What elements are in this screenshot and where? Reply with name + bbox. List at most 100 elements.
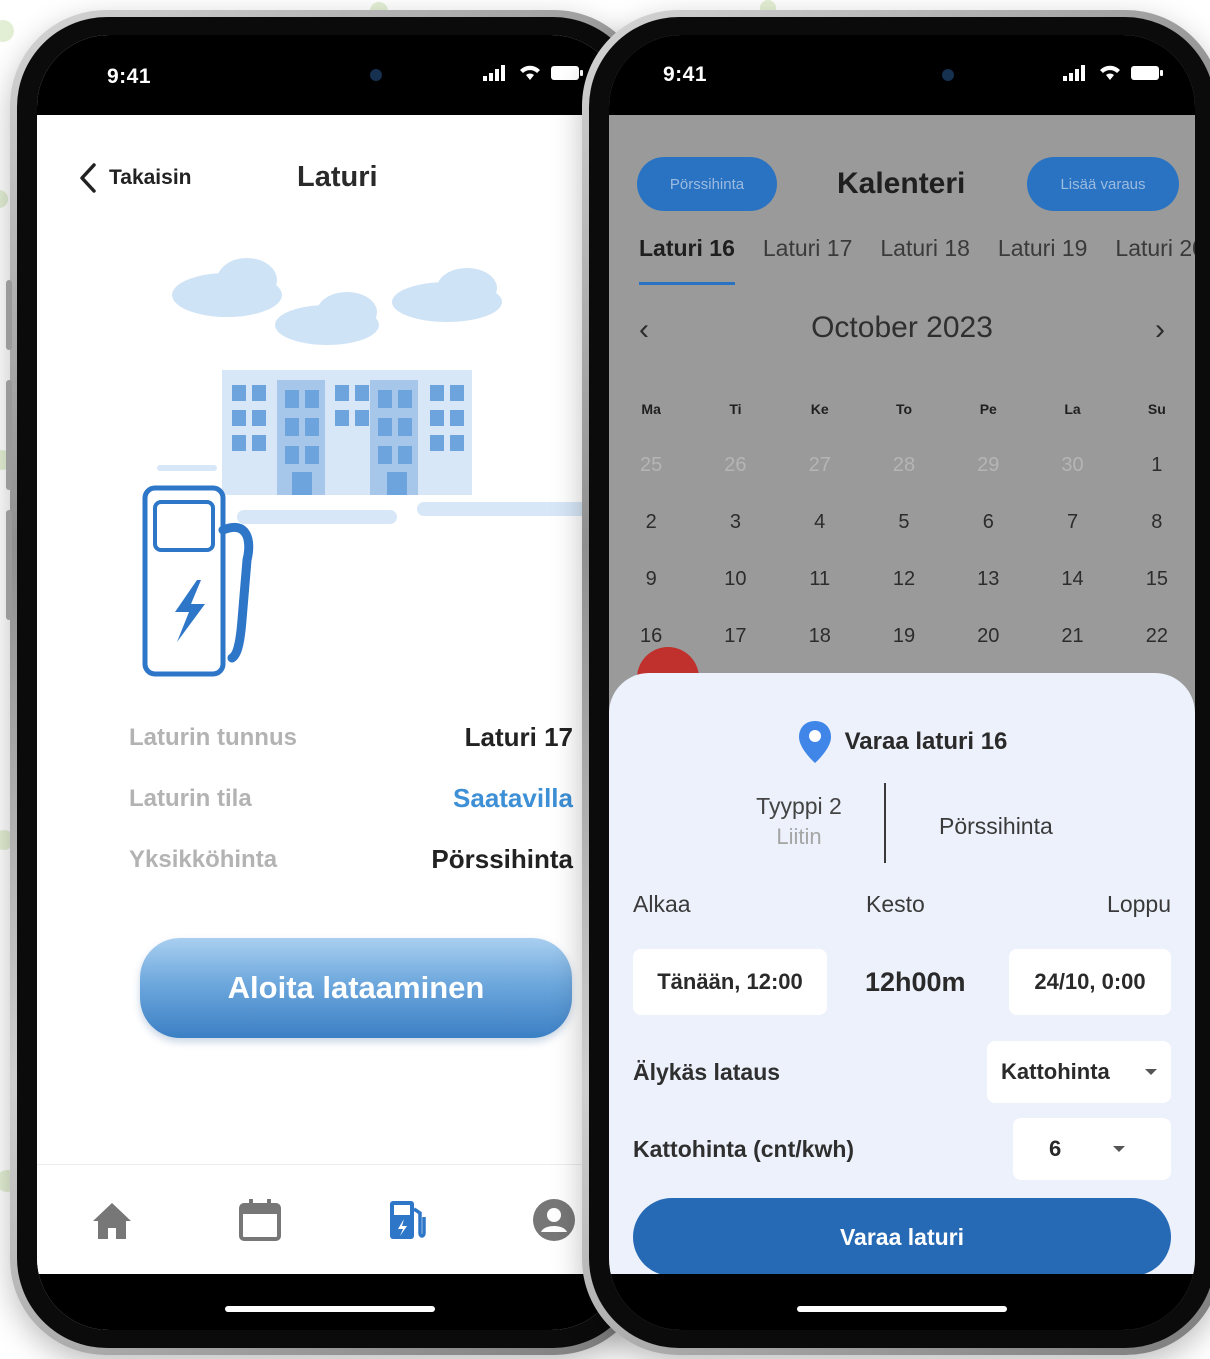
- status-icons: [1063, 65, 1163, 81]
- tab-profile[interactable]: [529, 1195, 579, 1245]
- charger-tabs: Laturi 16 Laturi 17 Laturi 18 Laturi 19 …: [639, 235, 1195, 285]
- tab-charger-17[interactable]: Laturi 17: [763, 235, 853, 285]
- page-title: Kalenteri: [837, 167, 966, 200]
- tab-charger-16[interactable]: Laturi 16: [639, 235, 735, 285]
- calendar-day[interactable]: 7: [1030, 511, 1114, 534]
- status-time: 9:41: [107, 65, 152, 88]
- calendar-day[interactable]: 20: [946, 625, 1030, 648]
- battery-icon: [1131, 66, 1163, 80]
- home-indicator[interactable]: [225, 1306, 435, 1312]
- calendar-day[interactable]: 3: [693, 511, 777, 534]
- back-label: Takaisin: [109, 166, 192, 189]
- charging-station-illustration: [142, 258, 597, 677]
- info-value: Pörssihinta: [431, 844, 573, 874]
- calendar-day[interactable]: 2: [609, 511, 693, 534]
- tab-charger-20[interactable]: Laturi 20: [1115, 235, 1195, 285]
- back-button[interactable]: Takaisin: [79, 163, 191, 193]
- wifi-icon: [1100, 65, 1120, 80]
- weekday-label: To: [895, 400, 913, 417]
- screen-calendar: 9:41 Pörssihinta Kalenteri Lisää varaus …: [609, 35, 1195, 1330]
- page-title: Laturi: [297, 161, 378, 193]
- status-time: 9:41: [663, 63, 708, 86]
- weekday-header: Ma Ti Ke To Pe La Su: [609, 380, 1195, 437]
- calendar-day[interactable]: 4: [778, 511, 862, 534]
- calendar-day[interactable]: 13: [946, 568, 1030, 591]
- weekday-label: Ke: [810, 400, 829, 417]
- info-value: Laturi 17: [464, 722, 573, 752]
- calendar-day[interactable]: 10: [693, 568, 777, 591]
- calendar-day[interactable]: 11: [778, 568, 862, 591]
- connector-type: Tyyppi 2: [756, 793, 842, 819]
- phone-bezel: 9:41 Pörssihinta Kalenteri Lisää varaus …: [589, 17, 1210, 1348]
- price-mode: Pörssihinta: [939, 813, 1053, 839]
- calendar-day[interactable]: 17: [693, 625, 777, 648]
- dynamic-island: [822, 53, 982, 99]
- smart-charging-value: Kattohinta: [1001, 1059, 1110, 1084]
- start-time-field[interactable]: Tänään, 12:00: [633, 949, 827, 1015]
- home-indicator-area: [37, 1274, 623, 1330]
- calendar-day[interactable]: 18: [778, 625, 862, 648]
- phone-right: 9:41 Pörssihinta Kalenteri Lisää varaus …: [582, 10, 1210, 1355]
- status-icons: [483, 65, 583, 81]
- calendar-day[interactable]: 9: [609, 568, 693, 591]
- end-label: Loppu: [1107, 891, 1171, 917]
- sheet-title-text: Varaa laturi 16: [844, 728, 1008, 755]
- calendar-week: 16 17 18 19 20 21 22: [609, 608, 1195, 665]
- tab-calendar[interactable]: [235, 1195, 285, 1245]
- chevron-down-icon: [1145, 1069, 1157, 1075]
- time-labels: Alkaa Kesto Loppu: [633, 891, 1171, 927]
- smart-charging-select[interactable]: Kattohinta: [987, 1041, 1171, 1103]
- calendar-day[interactable]: 27: [778, 454, 862, 477]
- charging-station-icon: [390, 1201, 426, 1239]
- calendar-day[interactable]: 12: [862, 568, 946, 591]
- screen-charger-detail: 9:41 Takaisin Laturi Laturin tunnus Latu…: [37, 35, 623, 1330]
- calendar-day[interactable]: 19: [862, 625, 946, 648]
- price-cap-select[interactable]: 6: [1013, 1118, 1171, 1180]
- phone-bezel: 9:41 Takaisin Laturi Laturin tunnus Latu…: [17, 17, 643, 1348]
- calendar-week: 9 10 11 12 13 14 15: [609, 551, 1195, 608]
- price-mode-button[interactable]: Pörssihinta: [637, 157, 777, 211]
- calendar-day[interactable]: 25: [609, 454, 693, 477]
- tab-home[interactable]: [87, 1195, 137, 1245]
- tab-charger-18[interactable]: Laturi 18: [880, 235, 970, 285]
- start-charging-button[interactable]: Aloita lataaminen: [140, 938, 572, 1038]
- calendar-day[interactable]: 28: [862, 454, 946, 477]
- home-indicator[interactable]: [797, 1306, 1007, 1312]
- signal-icon: [1063, 65, 1085, 81]
- tab-charger-19[interactable]: Laturi 19: [998, 235, 1088, 285]
- calendar-day[interactable]: 30: [1030, 454, 1114, 477]
- weekday-label: La: [1064, 400, 1081, 417]
- calendar-day[interactable]: 21: [1030, 625, 1114, 648]
- charger-info: Laturin tunnus Laturi 17 Laturin tila Sa…: [129, 707, 573, 890]
- calendar-day[interactable]: 29: [946, 454, 1030, 477]
- calendar-day[interactable]: 8: [1115, 511, 1195, 534]
- booking-sheet: Varaa laturi 16 Tyyppi 2 Liitin Pörssihi…: [609, 673, 1195, 1276]
- calendar-day[interactable]: 1: [1115, 454, 1195, 477]
- price-cap-row: Kattohinta (cnt/kwh) 6: [633, 1118, 1171, 1180]
- info-row-id: Laturin tunnus Laturi 17: [129, 707, 573, 768]
- calendar-day[interactable]: 26: [693, 454, 777, 477]
- camera-icon: [370, 69, 382, 81]
- end-time-field[interactable]: 24/10, 0:00: [1009, 949, 1171, 1015]
- volume-down-button: [6, 380, 12, 490]
- info-row-status: Laturin tila Saatavilla: [129, 768, 573, 829]
- background-dot: [0, 190, 8, 208]
- price-cap-label: Kattohinta (cnt/kwh): [633, 1136, 855, 1162]
- calendar-day[interactable]: 6: [946, 511, 1030, 534]
- volume-up-button: [6, 280, 12, 350]
- status-bar: 9:41: [37, 35, 623, 115]
- calendar-day[interactable]: 14: [1030, 568, 1114, 591]
- duration-label: Kesto: [866, 891, 925, 917]
- calendar-day[interactable]: 16: [609, 625, 693, 648]
- tab-charger[interactable]: [382, 1195, 432, 1245]
- reserve-charger-button[interactable]: Varaa laturi: [633, 1198, 1171, 1276]
- calendar-day[interactable]: 15: [1115, 568, 1195, 591]
- info-label: Yksikköhinta: [129, 845, 278, 873]
- smart-charging-row: Älykäs lataus Kattohinta: [633, 1041, 1171, 1103]
- calendar-day[interactable]: 22: [1115, 625, 1195, 648]
- battery-icon: [551, 66, 583, 80]
- weekday-label: Ti: [729, 400, 742, 417]
- add-reservation-button[interactable]: Lisää varaus: [1027, 157, 1179, 211]
- calendar-day[interactable]: 5: [862, 511, 946, 534]
- next-month-button[interactable]: ›: [1155, 313, 1165, 347]
